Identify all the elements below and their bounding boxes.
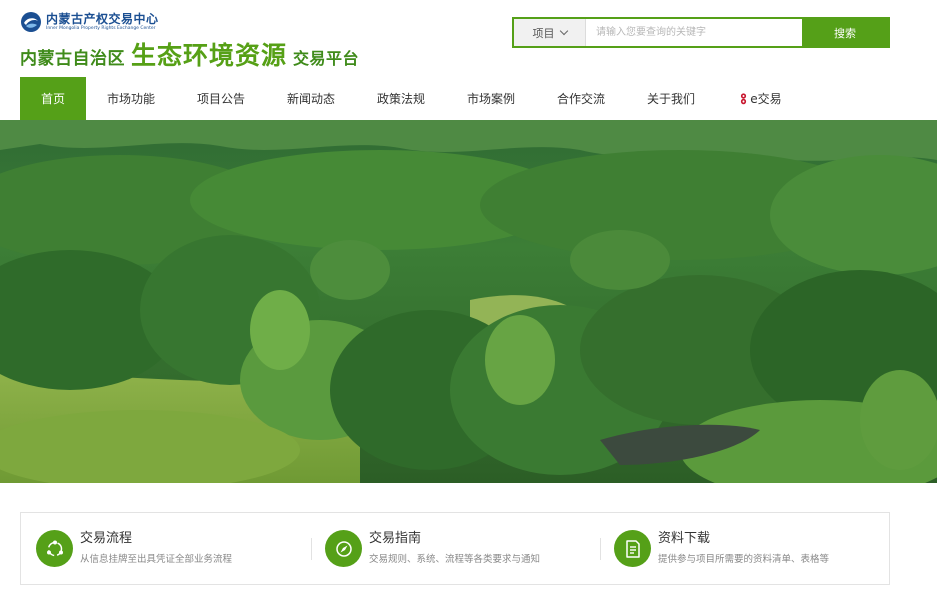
search-category-select[interactable]: 项目 — [514, 19, 586, 46]
service-title: 交易指南 — [369, 531, 422, 546]
nav-item-cooperation[interactable]: 合作交流 — [536, 77, 626, 120]
service-title: 资料下载 — [658, 531, 711, 546]
search-input[interactable] — [586, 19, 802, 46]
hero-banner-forest-image — [0, 120, 937, 483]
service-links-panel: 交易流程 从信息挂牌至出具凭证全部业务流程 交易指南 交易规则、系统、流程等各类… — [20, 512, 890, 585]
nav-item-market-cases[interactable]: 市场案例 — [446, 77, 536, 120]
nav-item-label: 合作交流 — [556, 92, 605, 106]
main-nav: 首页 市场功能 项目公告 新闻动态 政策法规 市场案例 合作交流 关于我们 e交… — [20, 77, 806, 120]
nav-item-label: 首页 — [40, 92, 65, 106]
search-bar: 项目 搜索 — [512, 17, 890, 48]
nav-item-label: 新闻动态 — [286, 92, 335, 106]
header: 内蒙古产权交易中心 Inner Mongolia Property Rights… — [0, 0, 937, 77]
service-title: 交易流程 — [80, 531, 133, 546]
org-name-cn: 内蒙古产权交易中心 — [46, 11, 159, 26]
document-icon — [614, 530, 651, 567]
nav-item-about-us[interactable]: 关于我们 — [626, 77, 716, 120]
platform-region: 内蒙古自治区 — [20, 49, 125, 69]
nav-item-label: 政策法规 — [376, 92, 425, 106]
nav-item-label: 市场案例 — [466, 92, 515, 106]
platform-title: 内蒙古自治区 生态环境资源 交易平台 — [20, 36, 359, 72]
nav-item-label: 项目公告 — [196, 92, 245, 106]
nav-item-policies[interactable]: 政策法规 — [356, 77, 446, 120]
nav-item-label: 关于我们 — [646, 92, 695, 106]
divider — [600, 538, 601, 560]
service-trade-guide[interactable]: 交易指南 交易规则、系统、流程等各类要求与通知 — [325, 513, 540, 584]
divider — [311, 538, 312, 560]
org-logo-icon — [21, 12, 41, 32]
nav-item-label: e交易 — [750, 92, 782, 106]
service-description: 从信息挂牌至出具凭证全部业务流程 — [80, 554, 233, 565]
e-trade-icon — [741, 92, 747, 104]
search-category-label: 项目 — [532, 26, 555, 40]
compass-icon — [325, 530, 362, 567]
service-description: 交易规则、系统、流程等各类要求与通知 — [369, 554, 541, 565]
service-downloads[interactable]: 资料下载 提供参与项目所需要的资料清单、表格等 — [614, 513, 829, 584]
platform-main-title: 生态环境资源 — [131, 41, 288, 70]
nav-item-e-trade[interactable]: e交易 — [716, 77, 806, 120]
nav-item-market-functions[interactable]: 市场功能 — [86, 77, 176, 120]
org-name-en: Inner Mongolia Property Rights Exchange … — [46, 25, 156, 31]
service-trade-process[interactable]: 交易流程 从信息挂牌至出具凭证全部业务流程 — [36, 513, 232, 584]
org-logo[interactable]: 内蒙古产权交易中心 Inner Mongolia Property Rights… — [20, 11, 159, 33]
nav-item-label: 市场功能 — [106, 92, 155, 106]
platform-subtitle: 交易平台 — [293, 49, 360, 68]
forest-scene — [0, 120, 937, 483]
search-button[interactable]: 搜索 — [802, 19, 888, 46]
nav-item-project-notices[interactable]: 项目公告 — [176, 77, 266, 120]
service-description: 提供参与项目所需要的资料清单、表格等 — [658, 554, 830, 565]
nav-item-home[interactable]: 首页 — [20, 77, 86, 120]
chevron-down-icon — [559, 26, 568, 36]
nav-item-news[interactable]: 新闻动态 — [266, 77, 356, 120]
flow-cycle-icon — [36, 530, 73, 567]
